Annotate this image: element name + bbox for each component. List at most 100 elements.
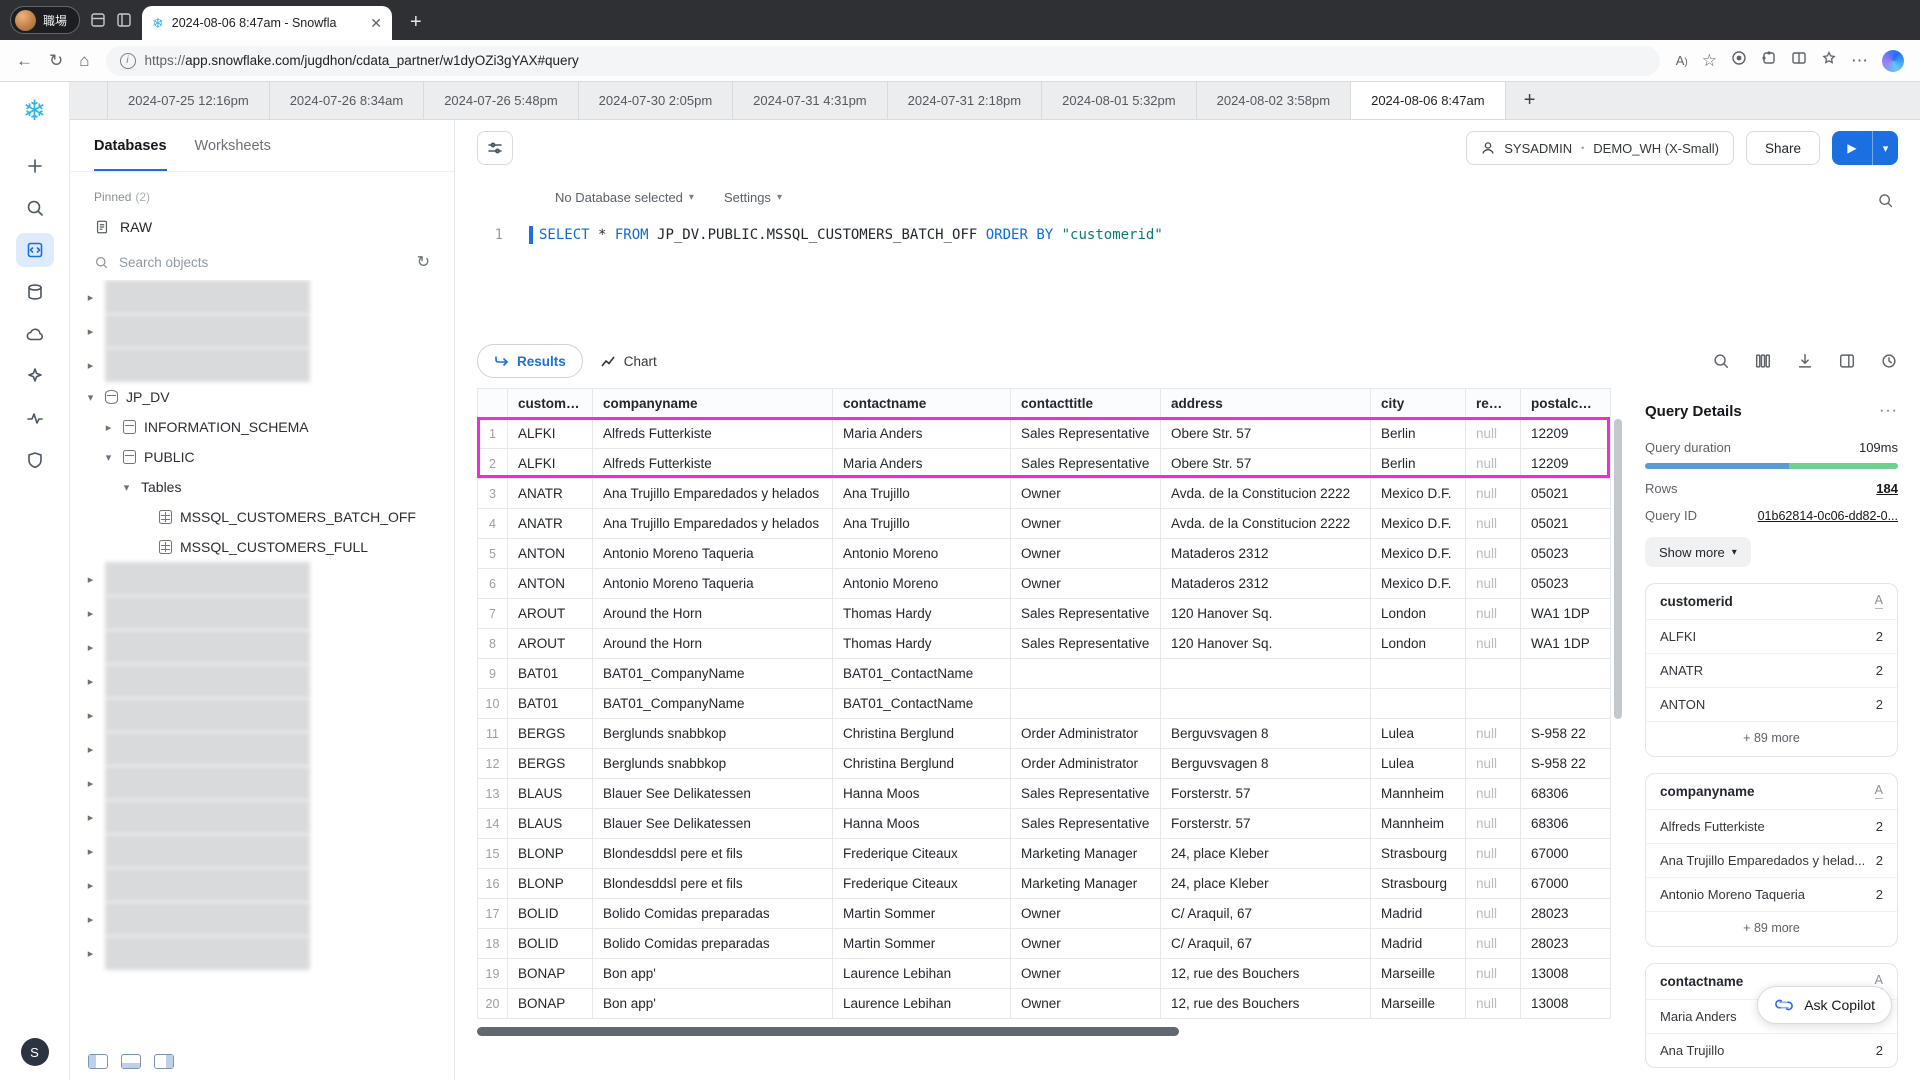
table-cell[interactable]: Obere Str. 57 xyxy=(1161,419,1371,449)
table-cell[interactable]: Thomas Hardy xyxy=(833,599,1011,629)
table-cell[interactable]: Marseille xyxy=(1371,959,1466,989)
tab-databases[interactable]: Databases xyxy=(94,120,167,171)
stat-card-header[interactable]: customeridA xyxy=(1646,584,1897,619)
table-cell[interactable]: Thomas Hardy xyxy=(833,629,1011,659)
sidebar-tree-item[interactable]: MSSQL_CUSTOMERS_BATCH_OFF xyxy=(70,502,454,532)
table-cell[interactable]: BLAUS xyxy=(508,779,593,809)
table-cell[interactable]: London xyxy=(1371,629,1466,659)
table-cell[interactable]: Marseille xyxy=(1371,989,1466,1019)
layout-left-panel-icon[interactable] xyxy=(88,1054,108,1069)
table-cell[interactable]: null xyxy=(1466,779,1521,809)
table-cell[interactable]: null xyxy=(1466,449,1521,479)
stat-more-link[interactable]: + 89 more xyxy=(1646,911,1897,946)
worksheet-tab[interactable]: 2024-07-26 8:34am xyxy=(270,82,424,119)
chevron-right-icon[interactable]: ▸ xyxy=(84,777,97,790)
home-icon[interactable]: ⌂ xyxy=(79,51,89,71)
browser-profile-chip[interactable]: 職場 xyxy=(10,6,80,34)
tab-close-icon[interactable]: ✕ xyxy=(370,15,382,32)
table-cell[interactable]: BAT01_ContactName xyxy=(833,659,1011,689)
columns-icon[interactable] xyxy=(1754,352,1772,370)
table-cell[interactable]: Antonio Moreno Taqueria xyxy=(593,569,833,599)
sidebar-tree-hidden-item[interactable]: ▸ xyxy=(70,834,454,868)
browser-menu-icon[interactable]: ⋯ xyxy=(1851,51,1868,71)
table-cell[interactable]: Lulea xyxy=(1371,719,1466,749)
database-selector[interactable]: No Database selected▾ xyxy=(555,190,694,205)
table-cell[interactable]: Frederique Citeaux xyxy=(833,839,1011,869)
sidebar-tree-hidden-item[interactable]: ▸ xyxy=(70,698,454,732)
table-cell[interactable]: Antonio Moreno xyxy=(833,569,1011,599)
table-cell[interactable]: Maria Anders xyxy=(833,449,1011,479)
table-cell[interactable]: Sales Representative xyxy=(1011,809,1161,839)
table-cell[interactable]: Sales Representative xyxy=(1011,449,1161,479)
ask-copilot-button[interactable]: Ask Copilot xyxy=(1757,986,1892,1024)
chevron-right-icon[interactable]: ▸ xyxy=(84,607,97,620)
table-cell[interactable]: Obere Str. 57 xyxy=(1161,449,1371,479)
column-header[interactable]: contacttitle xyxy=(1011,389,1161,419)
table-cell[interactable] xyxy=(1161,689,1371,719)
chevron-right-icon[interactable]: ▸ xyxy=(84,291,97,304)
table-cell[interactable]: Maria Anders xyxy=(833,419,1011,449)
table-cell[interactable]: null xyxy=(1466,959,1521,989)
table-cell[interactable]: Mataderos 2312 xyxy=(1161,539,1371,569)
column-header[interactable]: companyname xyxy=(593,389,833,419)
table-cell[interactable]: Ana Trujillo xyxy=(833,509,1011,539)
table-cell[interactable]: Owner xyxy=(1011,929,1161,959)
editor-options-icon[interactable] xyxy=(477,131,513,165)
table-cell[interactable]: Sales Representative xyxy=(1011,629,1161,659)
table-cell[interactable]: Forsterstr. 57 xyxy=(1161,809,1371,839)
table-cell[interactable]: Marketing Manager xyxy=(1011,869,1161,899)
table-cell[interactable]: Laurence Lebihan xyxy=(833,989,1011,1019)
table-cell[interactable] xyxy=(1371,689,1466,719)
run-query-button[interactable]: ▶ xyxy=(1832,131,1872,165)
sidebar-tree-item[interactable]: ▸INFORMATION_SCHEMA xyxy=(70,412,454,442)
rail-governance-button[interactable] xyxy=(16,443,54,477)
query-history-icon[interactable] xyxy=(1880,352,1898,370)
table-cell[interactable]: null xyxy=(1466,929,1521,959)
table-cell[interactable]: BERGS xyxy=(508,749,593,779)
stat-value-row[interactable]: ANATR2 xyxy=(1646,653,1897,687)
table-cell[interactable]: null xyxy=(1466,809,1521,839)
sql-editor[interactable]: No Database selected▾ Settings▾ 1 SELECT… xyxy=(455,176,1920,334)
table-cell[interactable]: 05021 xyxy=(1521,479,1611,509)
sidebar-tree-hidden-item[interactable]: ▸ xyxy=(70,766,454,800)
table-cell[interactable]: Lulea xyxy=(1371,749,1466,779)
chart-tab-button[interactable]: Chart xyxy=(601,354,657,369)
table-cell[interactable]: BAT01 xyxy=(508,689,593,719)
table-cell[interactable]: BERGS xyxy=(508,719,593,749)
chevron-right-icon[interactable]: ▸ xyxy=(84,709,97,722)
extensions-icon[interactable] xyxy=(1761,50,1777,71)
chevron-right-icon[interactable]: ▸ xyxy=(84,811,97,824)
stat-card-header[interactable]: companynameA xyxy=(1646,774,1897,809)
table-cell[interactable]: 28023 xyxy=(1521,899,1611,929)
table-cell[interactable]: Blondesddsl pere et fils xyxy=(593,869,833,899)
table-cell[interactable]: C/ Araquil, 67 xyxy=(1161,929,1371,959)
table-cell[interactable]: Berguvsvagen 8 xyxy=(1161,749,1371,779)
table-cell[interactable] xyxy=(1466,689,1521,719)
table-cell[interactable]: Marketing Manager xyxy=(1011,839,1161,869)
table-cell[interactable]: BLONP xyxy=(508,839,593,869)
stat-value-row[interactable]: ALFKI2 xyxy=(1646,619,1897,653)
table-cell[interactable]: ANATR xyxy=(508,509,593,539)
table-cell[interactable]: Berlin xyxy=(1371,449,1466,479)
table-cell[interactable]: WA1 1DP xyxy=(1521,599,1611,629)
table-cell[interactable]: Owner xyxy=(1011,569,1161,599)
table-cell[interactable]: AROUT xyxy=(508,629,593,659)
refresh-objects-icon[interactable]: ↻ xyxy=(417,252,430,272)
chevron-right-icon[interactable]: ▸ xyxy=(84,743,97,756)
table-cell[interactable]: Frederique Citeaux xyxy=(833,869,1011,899)
table-cell[interactable]: Around the Horn xyxy=(593,629,833,659)
table-cell[interactable]: Strasbourg xyxy=(1371,839,1466,869)
table-cell[interactable]: Blauer See Delikatessen xyxy=(593,809,833,839)
vertical-scrollbar[interactable] xyxy=(1614,419,1622,719)
stat-value-row[interactable]: Alfreds Futterkiste2 xyxy=(1646,809,1897,843)
chevron-right-icon[interactable]: ▸ xyxy=(84,359,97,372)
sidebar-tree-hidden-item[interactable]: ▸ xyxy=(70,664,454,698)
worksheet-tab-partial[interactable] xyxy=(70,82,108,119)
scrollbar-thumb[interactable] xyxy=(477,1027,1179,1036)
table-row[interactable]: 9BAT01BAT01_CompanyNameBAT01_ContactName xyxy=(478,659,1611,689)
table-cell[interactable]: Mexico D.F. xyxy=(1371,509,1466,539)
column-header[interactable]: region xyxy=(1466,389,1521,419)
table-cell[interactable]: Bolido Comidas preparadas xyxy=(593,899,833,929)
tracking-prevention-icon[interactable] xyxy=(1731,50,1747,71)
table-cell[interactable]: ALFKI xyxy=(508,449,593,479)
